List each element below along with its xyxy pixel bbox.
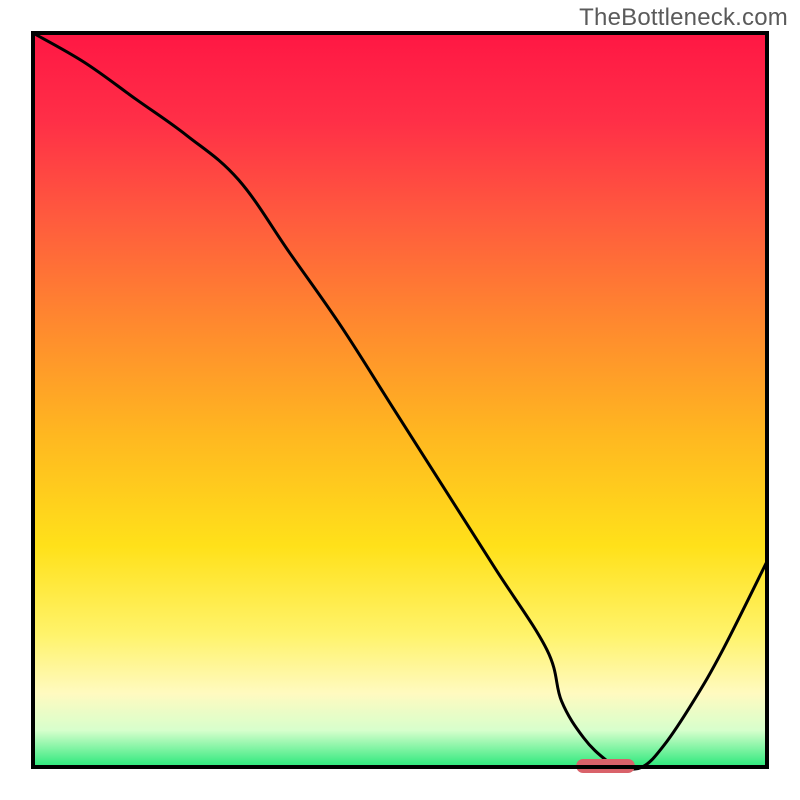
watermark-text: TheBottleneck.com xyxy=(579,4,788,32)
chart-container: TheBottleneck.com xyxy=(0,0,800,800)
bottleneck-chart xyxy=(0,0,800,800)
plot-background xyxy=(33,33,767,767)
